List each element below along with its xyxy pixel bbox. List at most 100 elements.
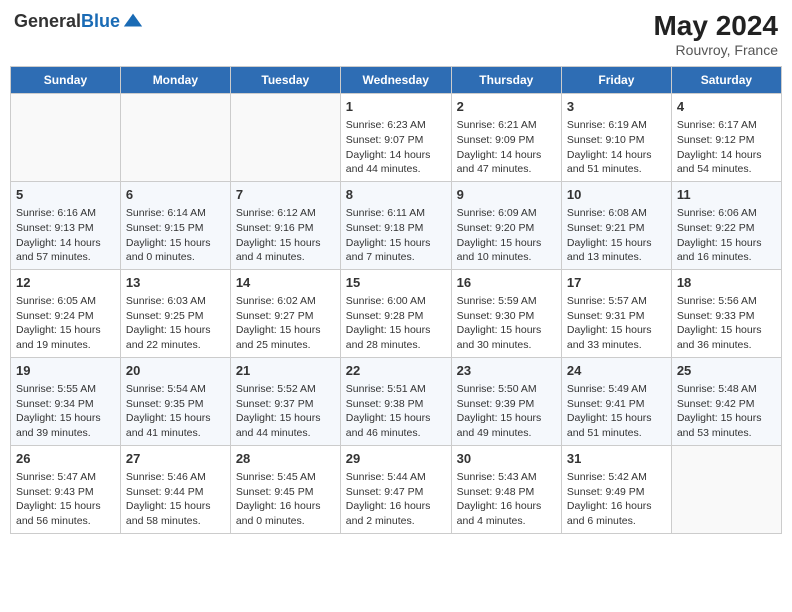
day-number: 15 bbox=[346, 274, 446, 292]
day-content: Sunrise: 5:44 AMSunset: 9:47 PMDaylight:… bbox=[346, 470, 446, 529]
day-content-line: Sunrise: 5:47 AM bbox=[16, 471, 96, 483]
day-cell-3-5: 24Sunrise: 5:49 AMSunset: 9:41 PMDayligh… bbox=[561, 357, 671, 445]
day-cell-4-0: 26Sunrise: 5:47 AMSunset: 9:43 PMDayligh… bbox=[11, 445, 121, 533]
day-number: 31 bbox=[567, 450, 666, 468]
page-header: GeneralBlue May 2024 Rouvroy, France bbox=[10, 10, 782, 58]
day-cell-0-3: 1 Sunrise: 6:23 AMSunset: 9:07 PMDaylight… bbox=[340, 94, 451, 182]
day-cell-4-5: 31Sunrise: 5:42 AMSunset: 9:49 PMDayligh… bbox=[561, 445, 671, 533]
day-cell-3-0: 19Sunrise: 5:55 AMSunset: 9:34 PMDayligh… bbox=[11, 357, 121, 445]
day-content-line: and 58 minutes. bbox=[126, 515, 201, 527]
day-content-line: Daylight: 16 hours bbox=[567, 500, 652, 512]
day-content-line: and 13 minutes. bbox=[567, 251, 642, 263]
day-content-line: Daylight: 14 hours bbox=[677, 149, 762, 161]
header-saturday: Saturday bbox=[671, 67, 781, 94]
day-content-line: and 54 minutes. bbox=[677, 163, 752, 175]
day-content-line: Sunset: 9:13 PM bbox=[16, 222, 94, 234]
day-content: Sunrise: 6:08 AMSunset: 9:21 PMDaylight:… bbox=[567, 206, 666, 265]
day-content-line: Sunset: 9:18 PM bbox=[346, 222, 424, 234]
day-content: Sunrise: 6:05 AMSunset: 9:24 PMDaylight:… bbox=[16, 294, 115, 353]
day-number: 17 bbox=[567, 274, 666, 292]
day-content: Sunrise: 5:51 AMSunset: 9:38 PMDaylight:… bbox=[346, 382, 446, 441]
day-content-line: Daylight: 16 hours bbox=[457, 500, 542, 512]
day-cell-4-4: 30Sunrise: 5:43 AMSunset: 9:48 PMDayligh… bbox=[451, 445, 561, 533]
day-content-line: Sunset: 9:27 PM bbox=[236, 310, 314, 322]
day-content-line: Sunset: 9:31 PM bbox=[567, 310, 645, 322]
day-content-line: Daylight: 15 hours bbox=[346, 237, 431, 249]
day-content-line: and 25 minutes. bbox=[236, 339, 311, 351]
day-number: 5 bbox=[16, 186, 115, 204]
month-year: May 2024 bbox=[653, 10, 778, 42]
day-cell-1-5: 10Sunrise: 6:08 AMSunset: 9:21 PMDayligh… bbox=[561, 181, 671, 269]
day-content-line: and 30 minutes. bbox=[457, 339, 532, 351]
day-content-line: Daylight: 14 hours bbox=[346, 149, 431, 161]
day-content-line: Daylight: 15 hours bbox=[126, 412, 211, 424]
day-number: 16 bbox=[457, 274, 556, 292]
day-content-line: Daylight: 15 hours bbox=[346, 412, 431, 424]
day-content-line: and 51 minutes. bbox=[567, 163, 642, 175]
day-content-line: Sunset: 9:15 PM bbox=[126, 222, 204, 234]
day-content-line: Daylight: 16 hours bbox=[236, 500, 321, 512]
day-content: Sunrise: 5:50 AMSunset: 9:39 PMDaylight:… bbox=[457, 382, 556, 441]
day-cell-1-0: 5 Sunrise: 6:16 AMSunset: 9:13 PMDaylight… bbox=[11, 181, 121, 269]
day-content-line: and 10 minutes. bbox=[457, 251, 532, 263]
header-monday: Monday bbox=[120, 67, 230, 94]
day-content-line: Sunset: 9:43 PM bbox=[16, 486, 94, 498]
day-content: Sunrise: 6:12 AMSunset: 9:16 PMDaylight:… bbox=[236, 206, 335, 265]
day-content-line: Sunset: 9:45 PM bbox=[236, 486, 314, 498]
day-content-line: Sunrise: 5:55 AM bbox=[16, 383, 96, 395]
day-cell-1-3: 8Sunrise: 6:11 AMSunset: 9:18 PMDaylight… bbox=[340, 181, 451, 269]
day-content-line: and 56 minutes. bbox=[16, 515, 91, 527]
day-number: 13 bbox=[126, 274, 225, 292]
day-number: 24 bbox=[567, 362, 666, 380]
day-content-line: Sunset: 9:09 PM bbox=[457, 134, 535, 146]
day-cell-2-4: 16Sunrise: 5:59 AMSunset: 9:30 PMDayligh… bbox=[451, 269, 561, 357]
day-content-line: Sunset: 9:33 PM bbox=[677, 310, 755, 322]
day-content-line: Sunset: 9:30 PM bbox=[457, 310, 535, 322]
day-content-line: Sunrise: 6:23 AM bbox=[346, 119, 426, 131]
day-content: Sunrise: 6:16 AMSunset: 9:13 PMDaylight:… bbox=[16, 206, 115, 265]
day-content-line: Sunrise: 5:50 AM bbox=[457, 383, 537, 395]
day-content-line: Sunrise: 6:17 AM bbox=[677, 119, 757, 131]
day-content-line: Daylight: 15 hours bbox=[236, 324, 321, 336]
day-content-line: Sunrise: 6:05 AM bbox=[16, 295, 96, 307]
day-cell-1-4: 9Sunrise: 6:09 AMSunset: 9:20 PMDaylight… bbox=[451, 181, 561, 269]
day-content-line: Sunrise: 6:06 AM bbox=[677, 207, 757, 219]
day-content-line: Sunrise: 5:57 AM bbox=[567, 295, 647, 307]
day-cell-2-5: 17Sunrise: 5:57 AMSunset: 9:31 PMDayligh… bbox=[561, 269, 671, 357]
day-number: 30 bbox=[457, 450, 556, 468]
day-content: Sunrise: 6:23 AMSunset: 9:07 PMDaylight:… bbox=[346, 118, 446, 177]
day-content-line: Sunset: 9:10 PM bbox=[567, 134, 645, 146]
day-content: Sunrise: 5:52 AMSunset: 9:37 PMDaylight:… bbox=[236, 382, 335, 441]
day-content-line: Sunset: 9:48 PM bbox=[457, 486, 535, 498]
day-content: Sunrise: 6:14 AMSunset: 9:15 PMDaylight:… bbox=[126, 206, 225, 265]
day-content-line: Daylight: 15 hours bbox=[567, 412, 652, 424]
day-number: 20 bbox=[126, 362, 225, 380]
week-row-0: 1 Sunrise: 6:23 AMSunset: 9:07 PMDaylight… bbox=[11, 94, 782, 182]
day-content-line: and 22 minutes. bbox=[126, 339, 201, 351]
header-row: Sunday Monday Tuesday Wednesday Thursday… bbox=[11, 67, 782, 94]
day-cell-4-1: 27Sunrise: 5:46 AMSunset: 9:44 PMDayligh… bbox=[120, 445, 230, 533]
day-content-line: and 16 minutes. bbox=[677, 251, 752, 263]
day-content-line: Daylight: 15 hours bbox=[126, 324, 211, 336]
day-content: Sunrise: 6:11 AMSunset: 9:18 PMDaylight:… bbox=[346, 206, 446, 265]
day-content-line: Daylight: 15 hours bbox=[457, 324, 542, 336]
day-number: 25 bbox=[677, 362, 776, 380]
title-block: May 2024 Rouvroy, France bbox=[653, 10, 778, 58]
day-content-line: and 7 minutes. bbox=[346, 251, 415, 263]
day-content-line: and 4 minutes. bbox=[457, 515, 526, 527]
calendar-table: Sunday Monday Tuesday Wednesday Thursday… bbox=[10, 66, 782, 534]
day-number: 2 bbox=[457, 98, 556, 116]
day-cell-3-1: 20Sunrise: 5:54 AMSunset: 9:35 PMDayligh… bbox=[120, 357, 230, 445]
day-content: Sunrise: 5:55 AMSunset: 9:34 PMDaylight:… bbox=[16, 382, 115, 441]
day-number: 29 bbox=[346, 450, 446, 468]
day-content: Sunrise: 6:19 AMSunset: 9:10 PMDaylight:… bbox=[567, 118, 666, 177]
day-content-line: Sunrise: 5:42 AM bbox=[567, 471, 647, 483]
day-content: Sunrise: 6:03 AMSunset: 9:25 PMDaylight:… bbox=[126, 294, 225, 353]
day-cell-1-1: 6Sunrise: 6:14 AMSunset: 9:15 PMDaylight… bbox=[120, 181, 230, 269]
day-content-line: Sunrise: 6:00 AM bbox=[346, 295, 426, 307]
day-content-line: Sunset: 9:24 PM bbox=[16, 310, 94, 322]
day-content: Sunrise: 5:45 AMSunset: 9:45 PMDaylight:… bbox=[236, 470, 335, 529]
day-content-line: Sunset: 9:39 PM bbox=[457, 398, 535, 410]
day-number: 1 bbox=[346, 98, 446, 116]
day-content: Sunrise: 6:00 AMSunset: 9:28 PMDaylight:… bbox=[346, 294, 446, 353]
